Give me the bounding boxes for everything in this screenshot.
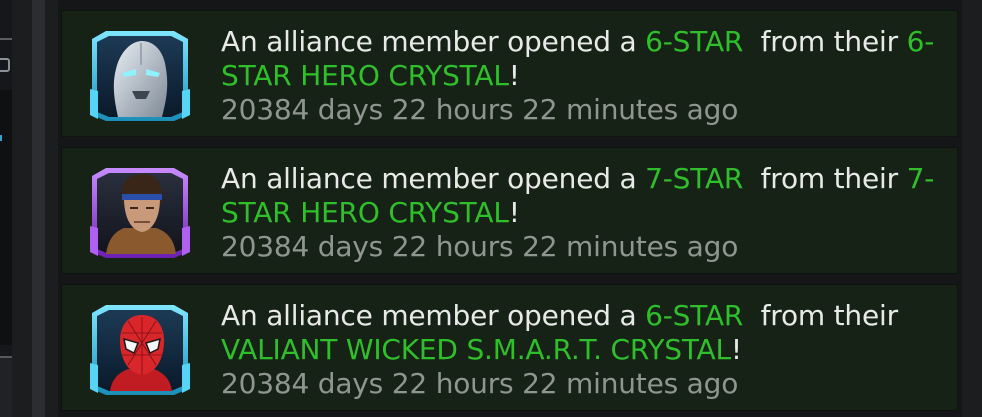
- feed-item-message: An alliance member opened a 6-STAR from …: [221, 25, 951, 127]
- message-text: An alliance member opened a: [221, 162, 646, 195]
- spider-hero-portrait-icon: [90, 305, 190, 395]
- sidebar-divider: [0, 38, 12, 40]
- star-rating-text: 7-STAR: [645, 162, 744, 195]
- message-text: !: [730, 333, 742, 366]
- message-text: An alliance member opened a: [221, 25, 646, 58]
- left-sidebar-edge: [0, 0, 12, 417]
- feed-item-timestamp: 20384 days 22 hours 22 minutes ago: [221, 230, 739, 263]
- alliance-feed-screen: An alliance member opened a 6-STAR from …: [0, 0, 982, 417]
- sidebar-lower-panel: [0, 356, 12, 417]
- feed-item[interactable]: An alliance member opened a 6-STAR from …: [61, 10, 958, 137]
- feed-item[interactable]: An alliance member opened a 6-STAR from …: [61, 284, 958, 411]
- feed-item-timestamp: 20384 days 22 hours 22 minutes ago: [221, 367, 739, 400]
- feed-item-message: An alliance member opened a 7-STAR from …: [221, 162, 951, 264]
- message-text: An alliance member opened a: [221, 299, 646, 332]
- feed-item[interactable]: An alliance member opened a 7-STAR from …: [61, 147, 958, 274]
- sidebar-list-area: [0, 90, 12, 345]
- message-text: !: [508, 59, 520, 92]
- message-text: from their: [743, 162, 907, 195]
- headband-hero-portrait-icon: [90, 168, 190, 258]
- star-rating-text: 6-STAR: [645, 299, 744, 332]
- panel-divider: [32, 0, 45, 417]
- sidebar-selection-accent: [0, 135, 2, 141]
- alliance-activity-feed[interactable]: An alliance member opened a 6-STAR from …: [58, 0, 962, 417]
- message-text: !: [508, 196, 520, 229]
- crystal-name-text: VALIANT WICKED S.M.A.R.T. CRYSTAL: [221, 333, 731, 366]
- message-text: from their: [743, 25, 907, 58]
- message-text: from their: [743, 299, 907, 332]
- star-rating-text: 6-STAR: [645, 25, 744, 58]
- feed-item-timestamp: 20384 days 22 hours 22 minutes ago: [221, 93, 739, 126]
- sidebar-icon-fragment: [0, 58, 10, 72]
- feed-item-message: An alliance member opened a 6-STAR from …: [221, 299, 951, 401]
- silver-armored-hero-portrait-icon: [90, 31, 190, 121]
